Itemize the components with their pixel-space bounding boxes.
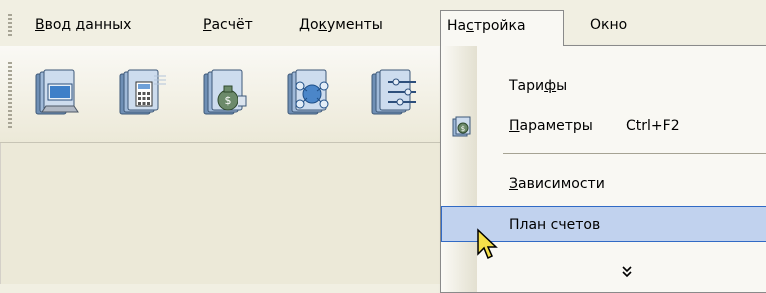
menu-item-parameters[interactable]: $ Параметры Ctrl+F2 (441, 108, 766, 144)
menu-item-label: Зависимости (509, 176, 605, 192)
menu-window[interactable]: Окно (584, 10, 633, 40)
workspace-area (0, 143, 449, 284)
menu-separator (503, 153, 766, 154)
menu-settings[interactable]: Настройка (440, 10, 564, 46)
toolbar-grip[interactable] (8, 62, 12, 128)
settings-folder-icon (371, 69, 416, 115)
money-bag-folder-icon: $ (451, 116, 473, 138)
svg-text:$: $ (461, 125, 465, 133)
menu-documents[interactable]: Документы (293, 10, 389, 40)
menu-item-dependencies[interactable]: Зависимости (441, 166, 766, 202)
toolbar-button-data-entry[interactable] (30, 66, 86, 122)
menu-calculation[interactable]: Расчёт (197, 10, 259, 40)
toolbar-button-documents[interactable]: $ (198, 66, 254, 122)
menu-item-shortcut: Ctrl+F2 (626, 118, 680, 134)
menu-data-entry[interactable]: Ввод данных (29, 10, 137, 40)
network-folder-icon (287, 69, 329, 115)
menu-mnemonic: В (35, 17, 45, 33)
computer-folder-icon (35, 69, 79, 115)
menu-label-post: ументы (326, 17, 383, 33)
chevron-double-down-icon (622, 266, 632, 281)
menu-label-post: вод данных (44, 17, 132, 33)
menu-item-label: План счетов (509, 217, 601, 233)
menu-item-tariffs[interactable]: Тарифы (441, 68, 766, 104)
toolbar: $ (0, 46, 448, 143)
menu-label-post: тройка (473, 18, 526, 34)
menu-bar: Ввод данных Расчёт Документы Настройка О… (0, 0, 766, 46)
toolbar-button-network[interactable] (282, 66, 338, 122)
menu-mnemonic: с (466, 18, 474, 34)
menu-label: Окно (590, 17, 628, 33)
calculator-folder-icon (119, 69, 166, 115)
menu-label-pre: На (447, 18, 467, 34)
menu-expand-button[interactable] (441, 256, 766, 290)
menubar-grip[interactable] (8, 14, 12, 36)
menu-mnemonic: к (318, 17, 327, 33)
arrow-cursor-icon (477, 228, 498, 260)
menu-label-post: асчёт (211, 17, 253, 33)
svg-text:$: $ (225, 94, 232, 107)
money-bag-folder-icon: $ (203, 69, 247, 115)
menu-label-pre: До (299, 17, 319, 33)
menu-item-label: Тарифы (509, 78, 568, 94)
toolbar-button-calculation[interactable] (114, 66, 170, 122)
menu-item-label: Параметры (509, 118, 593, 134)
toolbar-button-settings[interactable] (366, 66, 422, 122)
